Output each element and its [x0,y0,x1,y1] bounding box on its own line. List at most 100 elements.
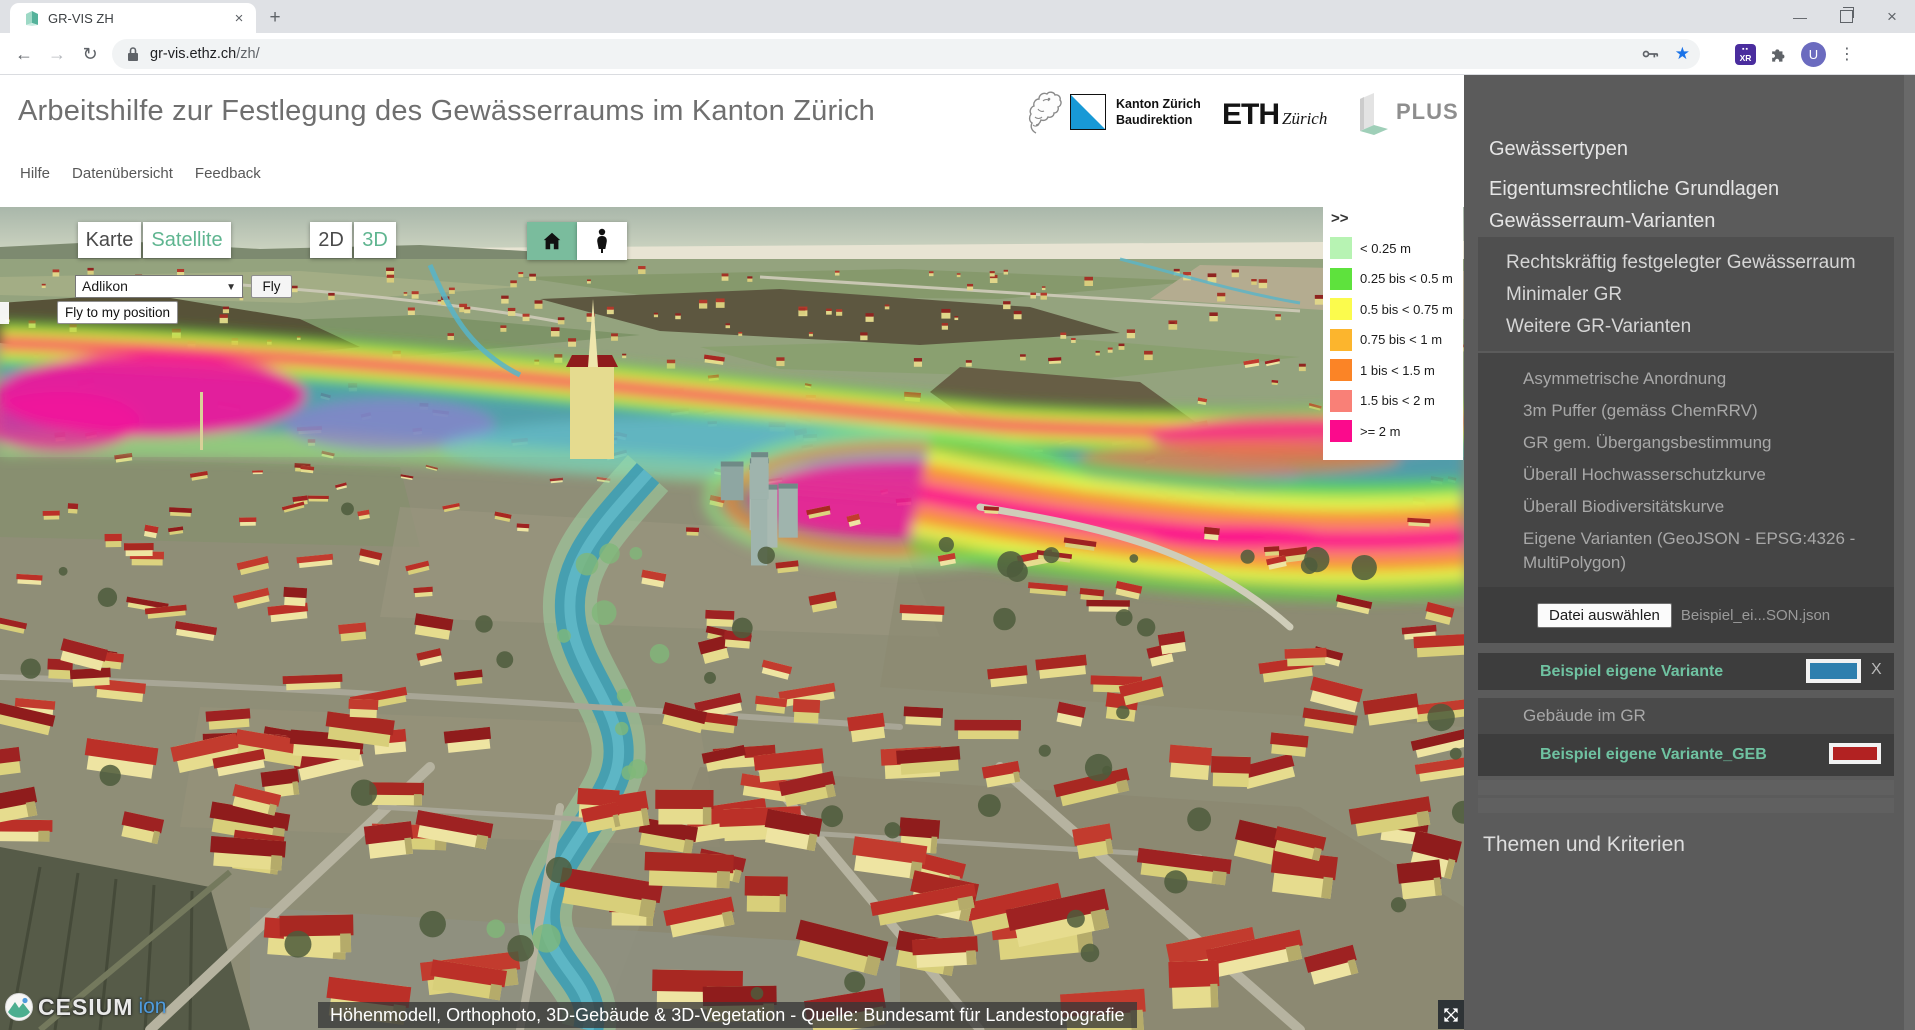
variant-color-swatch[interactable] [1806,659,1861,683]
app-menu: Hilfe Datenübersicht Feedback [20,165,261,182]
legend-row: 1 bis < 1.5 m [1330,355,1453,386]
custom-geb-variant-label[interactable]: Beispiel eigene Variante_GEB [1540,746,1767,764]
view-3d-button[interactable]: 3D [354,222,396,258]
window-close-icon[interactable]: × [1869,0,1915,33]
home-icon [541,230,563,252]
sidebar-level3-item[interactable]: Asymmetrische Anordnung [1478,363,1894,395]
sidebar-section-item[interactable]: Gewässerraum-Varianten [1478,210,1894,233]
tab-close-icon[interactable]: × [230,10,248,27]
gewaesserraum-varianten-panel: Rechtskräftig festgelegter GewässerraumM… [1478,237,1894,351]
sidebar-scrollbar[interactable] [1904,75,1915,1030]
sidebar-level3-item[interactable]: Eigene Varianten (GeoJSON - EPSG:4326 - … [1478,523,1894,579]
view-2d-button[interactable]: 2D [310,222,352,258]
legend-color-swatch [1330,237,1352,259]
choose-file-button[interactable]: Datei auswählen [1537,603,1672,628]
sidebar-section-themen[interactable]: Themen und Kriterien [1478,825,1894,865]
profile-avatar[interactable]: U [1801,42,1826,67]
map-type-satellite-button[interactable]: Satellite [143,222,231,258]
home-view-button[interactable] [527,222,577,260]
reload-icon[interactable]: ↻ [76,41,104,69]
tab-strip: GR-VIS ZH × + — × [0,0,1915,33]
sidebar-top-items: GewässertypenEigentumsrechtliche Grundla… [1478,130,1894,233]
fullscreen-button[interactable] [1438,1000,1464,1029]
legend-color-swatch [1330,329,1352,351]
legend-collapse-button[interactable]: >> [1331,210,1349,227]
map-canvas[interactable]: Karte Satellite 2D 3D Adlikon ▼ Fly Fly … [0,207,1464,1030]
map-type-karte-button[interactable]: Karte [78,222,141,258]
legend-color-swatch [1330,298,1352,320]
sidebar-level2-item[interactable]: Rechtskräftig festgelegter Gewässerraum [1478,247,1894,279]
plus-logo-icon [1352,89,1402,135]
chevron-down-icon: ▼ [226,277,236,298]
legend-color-swatch [1330,390,1352,412]
sidebar-level2-item[interactable]: Weitere GR-Varianten [1478,311,1894,343]
extensions-puzzle-icon[interactable] [1769,45,1788,64]
browser-tab[interactable]: GR-VIS ZH × [10,3,256,33]
kanton-logo-text: Kanton Zürich Baudirektion [1116,96,1201,129]
pegman-button[interactable] [577,222,627,260]
legend-row: 0.25 bis < 0.5 m [1330,264,1453,295]
window-maximize-icon[interactable] [1823,0,1869,33]
empty-layer-bar [1478,780,1894,795]
browser-menu-icon[interactable]: ⋮ [1839,44,1855,64]
custom-variant-label[interactable]: Beispiel eigene Variante [1540,663,1723,681]
page-title: Arbeitshilfe zur Festlegung des Gewässer… [18,95,875,128]
sidebar-level3-item[interactable]: 3m Puffer (gemäss ChemRRV) [1478,395,1894,427]
bookmark-star-icon[interactable]: ★ [1675,44,1690,64]
browser-toolbar: ← → ↻ gr-vis.ethz.ch/zh/ ★ ▪▪XR U ⋮ [0,33,1915,75]
forward-icon[interactable]: → [43,41,71,69]
kanton-zuerich-logo: Kanton Zürich Baudirektion [1018,87,1201,137]
menu-item[interactable]: Hilfe [20,165,50,182]
sidebar-level3-item[interactable]: Überall Biodiversitätskurve [1478,491,1894,523]
file-upload-row: Datei auswählen Beispiel_ei...SON.json [1478,587,1894,643]
fullscreen-expand-icon [1441,1005,1461,1025]
custom-geb-variant-row: Beispiel eigene Variante_GEB [1478,734,1894,776]
location-select[interactable]: Adlikon ▼ [75,275,243,298]
legend-row: 0.5 bis < 0.75 m [1330,294,1453,325]
sidebar-section-item[interactable]: Eigentumsrechtliche Grundlagen [1478,169,1894,210]
custom-variant-row: Beispiel eigene Variante X [1478,653,1894,690]
gebaeude-im-gr-label[interactable]: Gebäude im GR [1478,706,1646,726]
url-text: gr-vis.ethz.ch/zh/ [150,46,260,62]
legend-row: 1.5 bis < 2 m [1330,386,1453,417]
address-bar[interactable]: gr-vis.ethz.ch/zh/ ★ [112,39,1700,69]
menu-item[interactable]: Feedback [195,165,261,182]
legend-row: 0.75 bis < 1 m [1330,325,1453,356]
legend-label: 1.5 bis < 2 m [1360,393,1435,408]
window-minimize-icon[interactable]: — [1777,0,1823,33]
tab-title: GR-VIS ZH [48,11,230,26]
sidebar-level3-item[interactable]: Überall Hochwasserschutzkurve [1478,459,1894,491]
plus-logo: PLUS [1352,89,1459,135]
pegman-icon [593,228,611,254]
url-path: /zh/ [236,46,259,62]
legend-color-swatch [1330,359,1352,381]
cesium-ion-logo[interactable]: CESIUM ion [4,992,166,1022]
geb-variant-color-swatch[interactable] [1829,743,1881,764]
sidebar-section-item[interactable]: Gewässertypen [1478,130,1894,169]
extensions-area: ▪▪XR U ⋮ [1735,38,1855,70]
remove-variant-button[interactable]: X [1871,661,1882,679]
edge-button-sliver [0,302,9,324]
cesium-globe-icon [4,992,34,1022]
sidebar-level3-item[interactable]: GR gem. Übergangsbestimmung [1478,427,1894,459]
legend-items: < 0.25 m 0.25 bis < 0.5 m 0.5 bis < 0.75… [1330,233,1453,447]
xr-extension-icon[interactable]: ▪▪XR [1735,44,1756,65]
fly-button[interactable]: Fly [251,275,292,298]
lock-icon [126,46,140,62]
legend-color-swatch [1330,268,1352,290]
password-key-icon[interactable] [1641,44,1661,64]
back-icon[interactable]: ← [10,41,38,69]
menu-item[interactable]: Datenübersicht [72,165,173,182]
app-header: Arbeitshilfe zur Festlegung des Gewässer… [0,75,1464,207]
weitere-varianten-panel: Asymmetrische Anordnung3m Puffer (gemäss… [1478,353,1894,587]
legend-label: 1 bis < 1.5 m [1360,363,1435,378]
fly-to-position-button[interactable]: Fly to my position [57,301,178,324]
map-3d-scene [0,207,1464,1030]
uploaded-filename: Beispiel_ei...SON.json [1681,607,1830,624]
url-host: gr-vis.ethz.ch [150,46,236,62]
gebaeude-im-gr-row: Gebäude im GR [1478,698,1894,734]
new-tab-button[interactable]: + [262,6,288,30]
flood-depth-legend: >> < 0.25 m 0.25 bis < 0.5 m [1323,207,1463,460]
eth-zuerich-logo: ETHZürich [1222,98,1327,132]
sidebar-level2-item[interactable]: Minimaler GR [1478,279,1894,311]
